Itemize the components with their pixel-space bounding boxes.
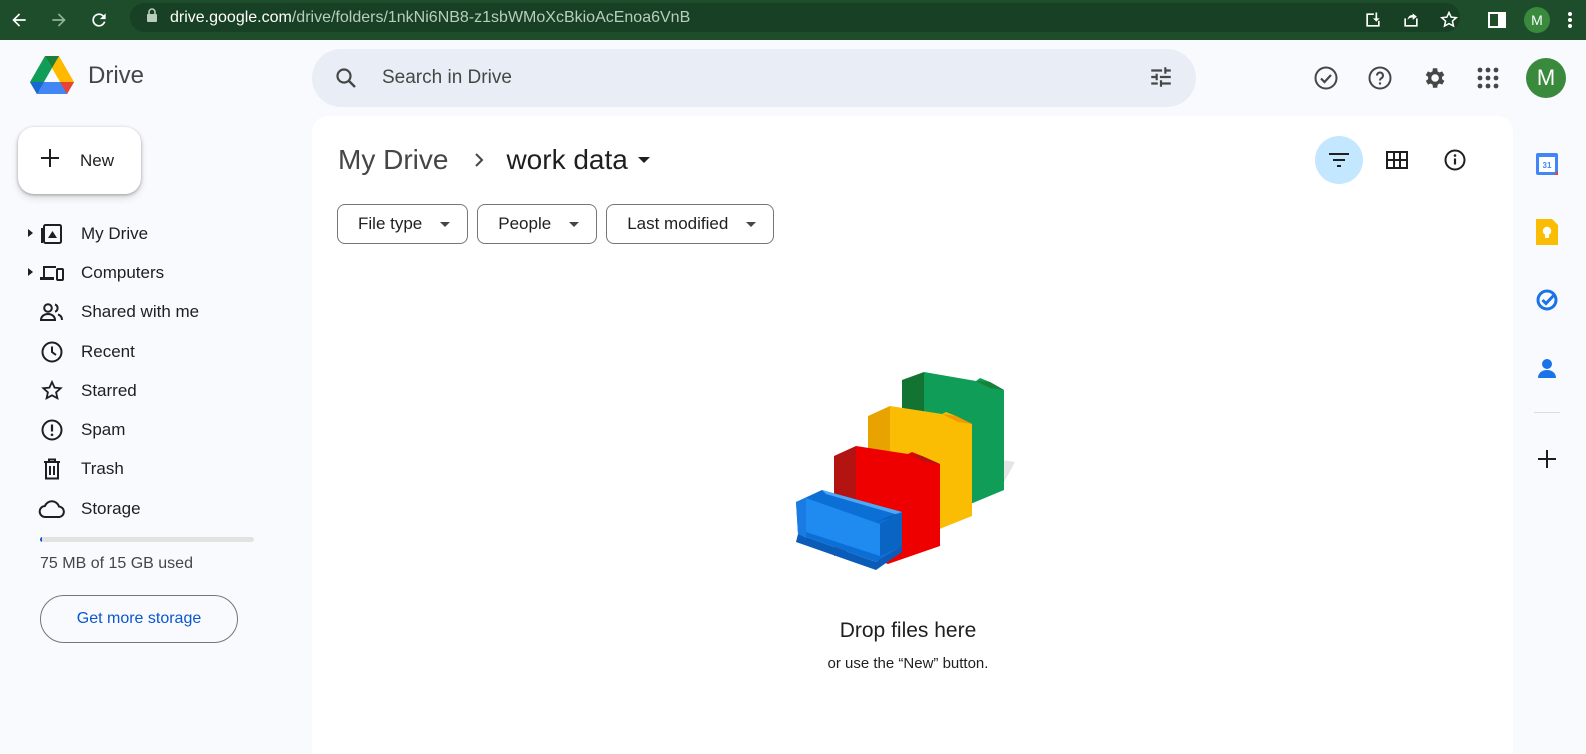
chip-label: File type (358, 214, 423, 233)
account-avatar[interactable]: M (1526, 58, 1566, 98)
chevron-right-icon (474, 152, 484, 168)
clock-icon (38, 338, 66, 366)
new-button[interactable]: New (18, 127, 141, 194)
sidebar-item-recent[interactable]: Recent (0, 332, 290, 371)
offline-ready-icon[interactable] (1302, 54, 1350, 102)
contacts-app-icon[interactable] (1522, 334, 1572, 402)
sidebar-item-label: Shared with me (81, 302, 200, 322)
search-icon[interactable] (332, 64, 360, 92)
reload-icon[interactable] (86, 7, 112, 33)
side-panel-icon[interactable] (1478, 4, 1516, 36)
details-button[interactable] (1431, 136, 1479, 184)
sidebar-item-starred[interactable]: Starred (0, 371, 290, 410)
get-addons-plus-icon[interactable] (1522, 425, 1572, 493)
sidebar-item-label: Recent (81, 341, 135, 361)
lock-icon (146, 8, 158, 27)
grid-view-icon (1386, 151, 1408, 169)
drive-logo-icon (30, 56, 74, 94)
browser-menu-icon[interactable] (1558, 4, 1582, 36)
view-controls (1305, 136, 1479, 184)
apps-grid-icon[interactable] (1464, 54, 1512, 102)
search-options-icon[interactable] (1148, 64, 1174, 95)
filter-chip-people[interactable]: People (477, 204, 598, 244)
sidebar-item-shared-with-me[interactable]: Shared with me (0, 293, 290, 332)
filter-chips: File type People Last modified (337, 204, 783, 244)
sidebar-item-my-drive[interactable]: My Drive (0, 214, 290, 253)
drive-logo[interactable]: Drive (30, 56, 144, 96)
sidebar-item-spam[interactable]: Spam (0, 410, 290, 449)
side-apps-rail: 31 (1522, 130, 1572, 493)
chip-label: People (498, 214, 552, 233)
dropdown-arrow-icon (569, 221, 580, 227)
svg-text:31: 31 (1543, 161, 1552, 170)
filter-list-icon (1329, 153, 1349, 167)
header-actions: M (1296, 54, 1566, 102)
search-bar[interactable] (312, 49, 1196, 107)
address-bar[interactable]: drive.google.com/drive/folders/1nkNi6NB8… (130, 3, 1460, 32)
tasks-app-icon[interactable] (1522, 266, 1572, 334)
sidebar-item-trash[interactable]: Trash (0, 450, 290, 489)
filter-list-button[interactable] (1315, 136, 1363, 184)
storage-progress-fill (40, 537, 43, 542)
my-drive-icon (38, 220, 66, 248)
sidebar-item-computers[interactable]: Computers (0, 253, 290, 292)
chip-label: Last modified (627, 214, 729, 233)
star-icon (38, 377, 66, 405)
main-content: My Drive work data File type People Last… (312, 116, 1513, 754)
sidebar-item-label: Spam (81, 420, 126, 440)
plus-icon (38, 146, 62, 175)
empty-state-subtitle: or use the “New” button. (827, 655, 989, 672)
spam-icon (38, 416, 66, 444)
empty-state-title: Drop files here (839, 619, 977, 642)
filter-chip-file-type[interactable]: File type (337, 204, 469, 244)
settings-gear-icon[interactable] (1410, 54, 1458, 102)
computers-icon (38, 259, 66, 287)
sidebar-item-label: Trash (81, 459, 124, 479)
sidebar-item-label: My Drive (81, 223, 149, 243)
breadcrumb-my-drive[interactable]: My Drive (338, 144, 448, 176)
forward-icon[interactable] (46, 7, 72, 33)
search-input[interactable] (382, 67, 1122, 89)
sidebar-item-storage[interactable]: Storage (0, 489, 290, 528)
help-icon[interactable] (1356, 54, 1404, 102)
app-name: Drive (88, 62, 145, 89)
info-icon (1444, 149, 1466, 171)
new-button-label: New (80, 150, 115, 170)
browser-toolbar: drive.google.com/drive/folders/1nkNi6NB8… (0, 0, 1586, 40)
expand-caret-icon[interactable] (28, 268, 33, 277)
dropdown-arrow-icon (440, 221, 451, 227)
trash-icon (38, 455, 66, 483)
dropdown-arrow-icon (746, 221, 757, 227)
bookmark-star-icon[interactable] (1430, 4, 1468, 36)
grid-view-button[interactable] (1373, 136, 1421, 184)
browser-actions: M (1354, 0, 1586, 40)
install-app-icon[interactable] (1354, 4, 1392, 36)
breadcrumb: My Drive work data (338, 142, 650, 178)
sidebar-nav: My Drive Computers Shared with me Recent… (0, 214, 290, 528)
url-text: drive.google.com/drive/folders/1nkNi6NB8… (170, 8, 691, 26)
get-more-storage-button[interactable]: Get more storage (40, 595, 238, 643)
empty-folder-illustration (796, 372, 1015, 570)
calendar-app-icon[interactable]: 31 (1522, 130, 1572, 198)
sidebar-item-label: Computers (81, 262, 165, 282)
profile-avatar[interactable]: M (1524, 7, 1550, 33)
back-icon[interactable] (6, 7, 32, 33)
cloud-icon (38, 495, 66, 523)
rail-divider (1534, 412, 1560, 413)
share-icon[interactable] (1392, 4, 1430, 36)
storage-usage-text: 75 MB of 15 GB used (40, 555, 193, 572)
expand-caret-icon[interactable] (28, 229, 33, 237)
folder-menu-dropdown-icon[interactable] (637, 157, 650, 163)
sidebar-item-label: Storage (81, 498, 141, 518)
filter-chip-last-modified[interactable]: Last modified (606, 204, 775, 244)
storage-progress-bar (40, 537, 254, 542)
sidebar-item-label: Starred (81, 380, 137, 400)
keep-app-icon[interactable] (1522, 198, 1572, 266)
shared-icon (38, 298, 66, 326)
breadcrumb-current-folder[interactable]: work data (506, 144, 627, 176)
